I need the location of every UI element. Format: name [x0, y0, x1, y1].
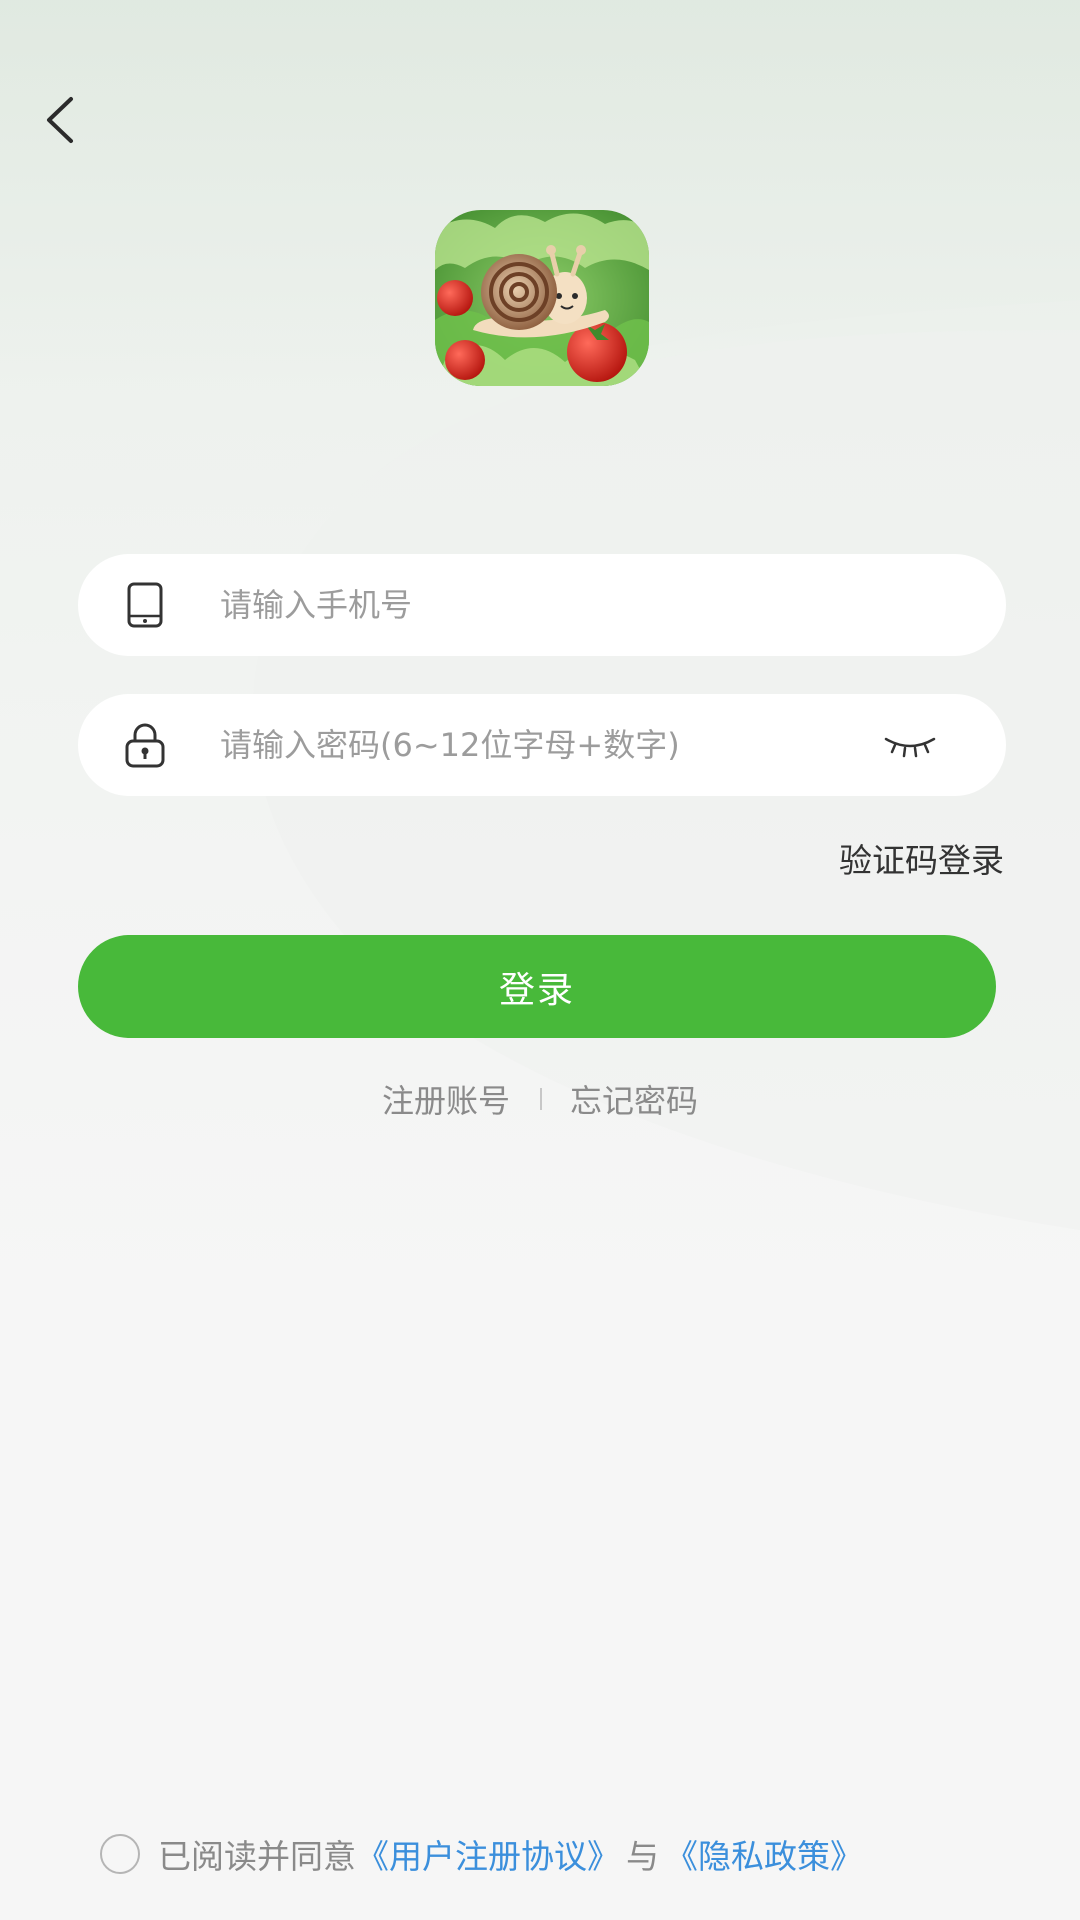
privacy-policy-link[interactable]: 《隐私政策》 — [665, 1830, 863, 1878]
account-links: 注册账号 忘记密码 — [0, 1076, 1080, 1122]
code-login-link[interactable]: 验证码登录 — [839, 834, 1004, 882]
agreement-joiner: 与 — [626, 1837, 659, 1876]
password-field[interactable] — [78, 694, 1006, 796]
back-button[interactable] — [30, 90, 90, 150]
smartphone-icon — [122, 582, 168, 628]
chevron-left-icon — [47, 97, 73, 143]
user-agreement-link[interactable]: 《用户注册协议》 — [356, 1830, 620, 1878]
links-divider — [540, 1088, 542, 1110]
phone-input[interactable] — [218, 574, 1006, 636]
password-visibility-toggle[interactable] — [880, 725, 940, 765]
agreement-prefix: 已阅读并同意 — [158, 1837, 356, 1876]
agreement-checkbox[interactable] — [100, 1834, 140, 1874]
app-logo — [435, 210, 649, 386]
phone-field[interactable] — [78, 554, 1006, 656]
lock-icon — [122, 722, 168, 768]
register-link[interactable]: 注册账号 — [382, 1076, 510, 1122]
login-button[interactable]: 登录 — [78, 935, 996, 1038]
forgot-password-link[interactable]: 忘记密码 — [570, 1076, 698, 1122]
agreement-row: 已阅读并同意 《用户注册协议》 与 《隐私政策》 — [100, 1830, 863, 1878]
password-input[interactable] — [218, 714, 880, 776]
eye-closed-icon — [884, 737, 936, 758]
